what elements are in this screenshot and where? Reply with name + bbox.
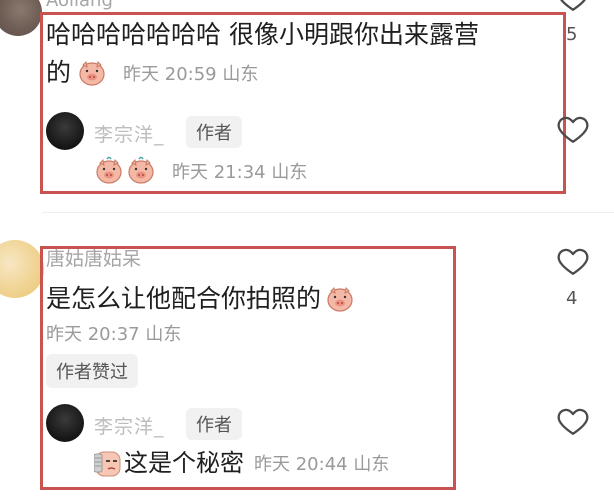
pig-face-icon (77, 58, 107, 88)
comment-line: 是怎么让他配合你拍照的 (46, 284, 355, 314)
comment-meta: 昨天 20:59 山东 (123, 64, 259, 85)
avatar[interactable] (0, 0, 42, 36)
reply-username[interactable]: 李宗洋_ (94, 120, 165, 147)
pig-face-icon (94, 156, 124, 186)
divider (42, 212, 614, 213)
like-count: 5 (566, 24, 578, 45)
reply-content: 昨天 21:34 山东 (94, 156, 307, 186)
pig-face-icon (126, 156, 156, 186)
heart-icon[interactable] (556, 244, 590, 278)
heart-icon[interactable] (556, 112, 590, 146)
comment-meta: 昨天 20:37 山东 (46, 324, 182, 345)
comment-text: 哈哈哈哈哈哈哈 很像小明跟你出来露营 (46, 20, 479, 49)
author-tag: 作者 (186, 408, 242, 440)
author-liked-badge: 作者赞过 (46, 354, 138, 388)
reply-content: 这是个秘密 昨天 20:44 山东 (93, 448, 390, 478)
reply-username[interactable]: 李宗洋_ (94, 412, 165, 439)
avatar[interactable] (0, 240, 44, 298)
reply-meta: 昨天 21:34 山东 (172, 162, 308, 183)
comment-text: 是怎么让他配合你拍照的 (46, 284, 322, 313)
like-count: 4 (566, 288, 578, 309)
pig-face-icon (325, 284, 355, 314)
reply-avatar[interactable] (46, 112, 84, 150)
comment-line2: 的 昨天 20:59 山东 (46, 58, 258, 88)
reply-avatar[interactable] (46, 404, 84, 442)
heart-icon[interactable] (556, 404, 590, 438)
reply-meta: 昨天 20:44 山东 (254, 454, 390, 475)
secret-face-icon (93, 448, 122, 478)
comment-username[interactable]: Aoliang (46, 0, 113, 11)
author-tag: 作者 (186, 116, 242, 148)
comment-text-cont: 的 (46, 58, 72, 87)
reply-text: 这是个秘密 (124, 448, 244, 477)
